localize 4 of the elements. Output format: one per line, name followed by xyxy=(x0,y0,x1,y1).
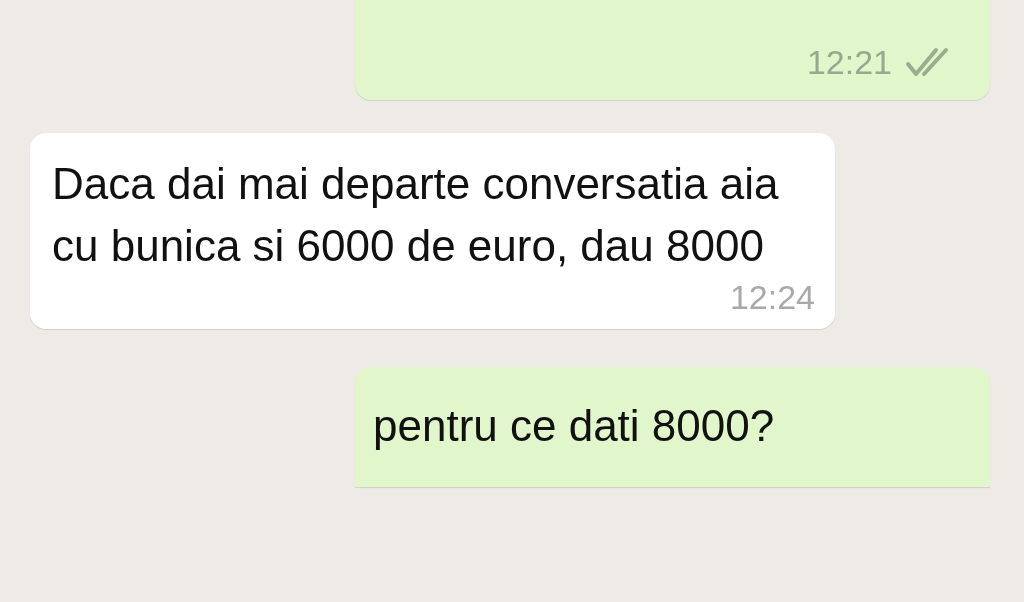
message-time: 12:24 xyxy=(729,277,815,317)
message-text: pentru ce dati 8000? xyxy=(373,400,776,452)
message-text: Daca dai mai departe conversatia aia cu bunica si 6000 de euro, dau 8000 xyxy=(52,158,780,272)
message-time: 12:21 xyxy=(806,42,892,82)
